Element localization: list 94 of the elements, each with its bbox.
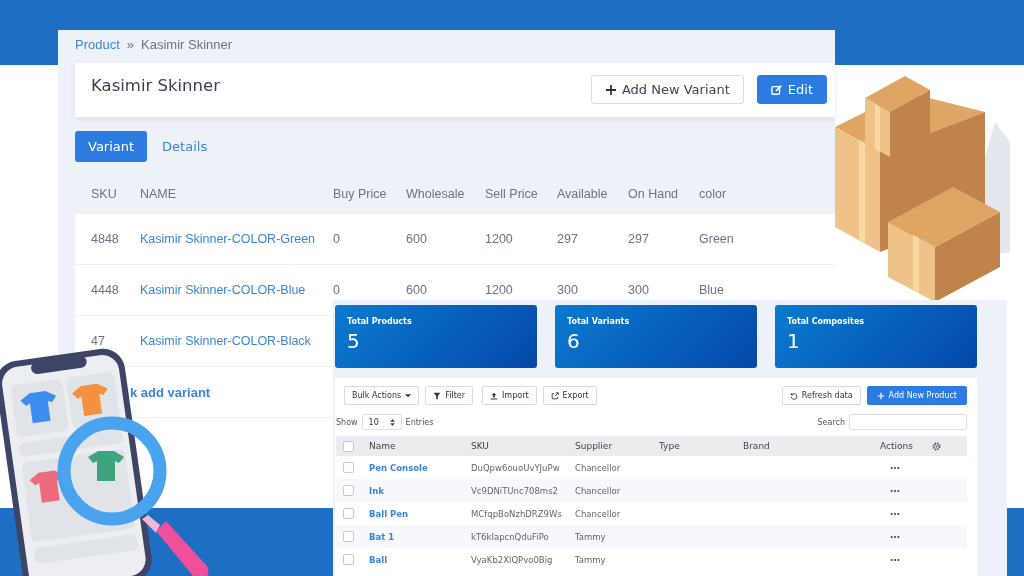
column-header: SKU xyxy=(471,441,490,451)
table-cell-text: Vc9DNiTUnc708ms2 xyxy=(471,485,559,496)
filter-button[interactable]: Filter xyxy=(425,386,473,405)
table-cell-text: Green xyxy=(699,232,735,246)
plus-icon xyxy=(604,83,617,96)
bulk-actions-dropdown[interactable]: Bulk Actions xyxy=(344,386,420,405)
table-cell-text: 4848 xyxy=(91,232,120,246)
stat-label: Total Composites xyxy=(787,317,866,326)
table-cell-text: 297 xyxy=(557,232,579,246)
table-cell-text: 297 xyxy=(628,232,650,246)
table-cell-text: 1200 xyxy=(485,283,514,297)
filter-icon xyxy=(433,391,442,400)
entries-select[interactable]: 10 xyxy=(361,414,402,430)
column-header: On Hand xyxy=(628,187,680,201)
table-cell-text: VyaKb2XlQPvo0Big xyxy=(471,554,554,565)
table-cell-text: kT6kIapcnQduFiPo xyxy=(471,531,550,542)
column-header: Buy Price xyxy=(333,187,388,201)
breadcrumb-separator: » xyxy=(126,36,135,52)
search-label: Search xyxy=(817,417,845,427)
quick-add-link[interactable]: k add variant xyxy=(130,384,211,400)
refresh-icon xyxy=(789,391,798,400)
sort-arrows-icon xyxy=(389,418,395,426)
stat-value: 1 xyxy=(787,329,801,353)
export-button[interactable]: Export xyxy=(542,386,597,405)
refresh-button[interactable]: Refresh data xyxy=(781,386,861,405)
column-header: Name xyxy=(369,441,397,451)
item-name-link[interactable]: Bat 1 xyxy=(369,531,471,542)
settings-icon[interactable] xyxy=(932,441,941,451)
more-icon[interactable] xyxy=(890,511,900,516)
table-cell-text: DuQpw6ouoUvYJuPw xyxy=(471,462,561,473)
column-header: Type xyxy=(659,441,681,451)
breadcrumb-link[interactable]: Product xyxy=(75,36,120,52)
table-cell-text: 0 xyxy=(333,232,341,246)
column-header: Available xyxy=(557,187,609,201)
table-cell-text: Chancellor xyxy=(575,485,622,496)
item-name-link[interactable]: Ball Pen xyxy=(369,508,471,519)
variant-link[interactable]: Kasimir Skinner-COLOR-Blue xyxy=(140,283,333,297)
variant-link[interactable]: Kasimir Skinner-COLOR-Black xyxy=(140,334,333,348)
import-button[interactable]: Import xyxy=(482,386,537,405)
add-variant-button[interactable]: Add New Variant xyxy=(590,75,744,104)
external-link-icon xyxy=(550,391,559,400)
stat-value: 5 xyxy=(347,329,361,353)
column-header: NAME xyxy=(140,187,178,201)
table-cell-text: Chancellor xyxy=(575,508,622,519)
table-cell-text: Chancellor xyxy=(575,462,622,473)
column-header: Supplier xyxy=(575,441,614,451)
variant-link[interactable]: Kasimir Skinner-COLOR-Green xyxy=(140,232,333,246)
column-header: color xyxy=(699,187,728,201)
stat-label: Total Products xyxy=(347,317,413,326)
entries-label: Entries xyxy=(405,417,434,427)
caret-icon xyxy=(405,393,412,398)
column-header: Wholesale xyxy=(406,187,466,201)
table-cell-text: 300 xyxy=(628,283,650,297)
show-label: Show xyxy=(336,417,358,427)
tab[interactable]: Details xyxy=(149,131,221,162)
checkbox[interactable] xyxy=(343,485,354,496)
plus-icon xyxy=(876,391,885,400)
table-cell-text: Tammy xyxy=(575,531,607,542)
column-header: Sell Price xyxy=(485,187,539,201)
table-cell-text: MCfqpBoNzhDRZ9Ws xyxy=(471,508,563,519)
checkbox[interactable] xyxy=(343,462,354,473)
breadcrumb-current: Kasimir Skinner xyxy=(141,36,233,52)
table-cell-text: 4448 xyxy=(91,283,120,297)
checkbox[interactable] xyxy=(343,554,354,565)
table-cell-text: 600 xyxy=(406,283,428,297)
more-icon[interactable] xyxy=(890,534,900,539)
product-title: Kasimir Skinner xyxy=(91,76,220,95)
table-cell-text: 47 xyxy=(91,334,106,348)
table-cell-text: Tammy xyxy=(575,554,607,565)
column-header: Brand xyxy=(743,441,771,451)
item-name-link[interactable]: Pen Console xyxy=(369,462,471,473)
edit-icon xyxy=(770,83,783,96)
checkbox[interactable] xyxy=(343,440,354,452)
checkbox[interactable] xyxy=(343,508,354,519)
search-field[interactable] xyxy=(849,414,967,430)
stat-label: Total Variants xyxy=(567,317,631,326)
table-cell-text: Blue xyxy=(699,283,726,297)
table-cell-text: 300 xyxy=(557,283,579,297)
add-product-button[interactable]: Add New Product xyxy=(866,386,967,405)
stat-value: 6 xyxy=(567,329,581,353)
column-header: Actions xyxy=(880,441,914,451)
more-icon[interactable] xyxy=(890,557,900,562)
more-icon[interactable] xyxy=(890,488,900,493)
upload-icon xyxy=(490,391,498,400)
item-name-link[interactable]: Ink xyxy=(369,485,471,496)
tab[interactable]: Variant xyxy=(75,131,148,162)
item-name-link[interactable]: Ball xyxy=(369,554,471,565)
column-header: SKU xyxy=(91,187,118,201)
table-cell-text: 600 xyxy=(406,232,428,246)
edit-button[interactable]: Edit xyxy=(756,75,827,104)
table-cell-text: 0 xyxy=(333,283,341,297)
more-icon[interactable] xyxy=(890,465,900,470)
table-cell-text: 1200 xyxy=(485,232,514,246)
checkbox[interactable] xyxy=(343,531,354,542)
